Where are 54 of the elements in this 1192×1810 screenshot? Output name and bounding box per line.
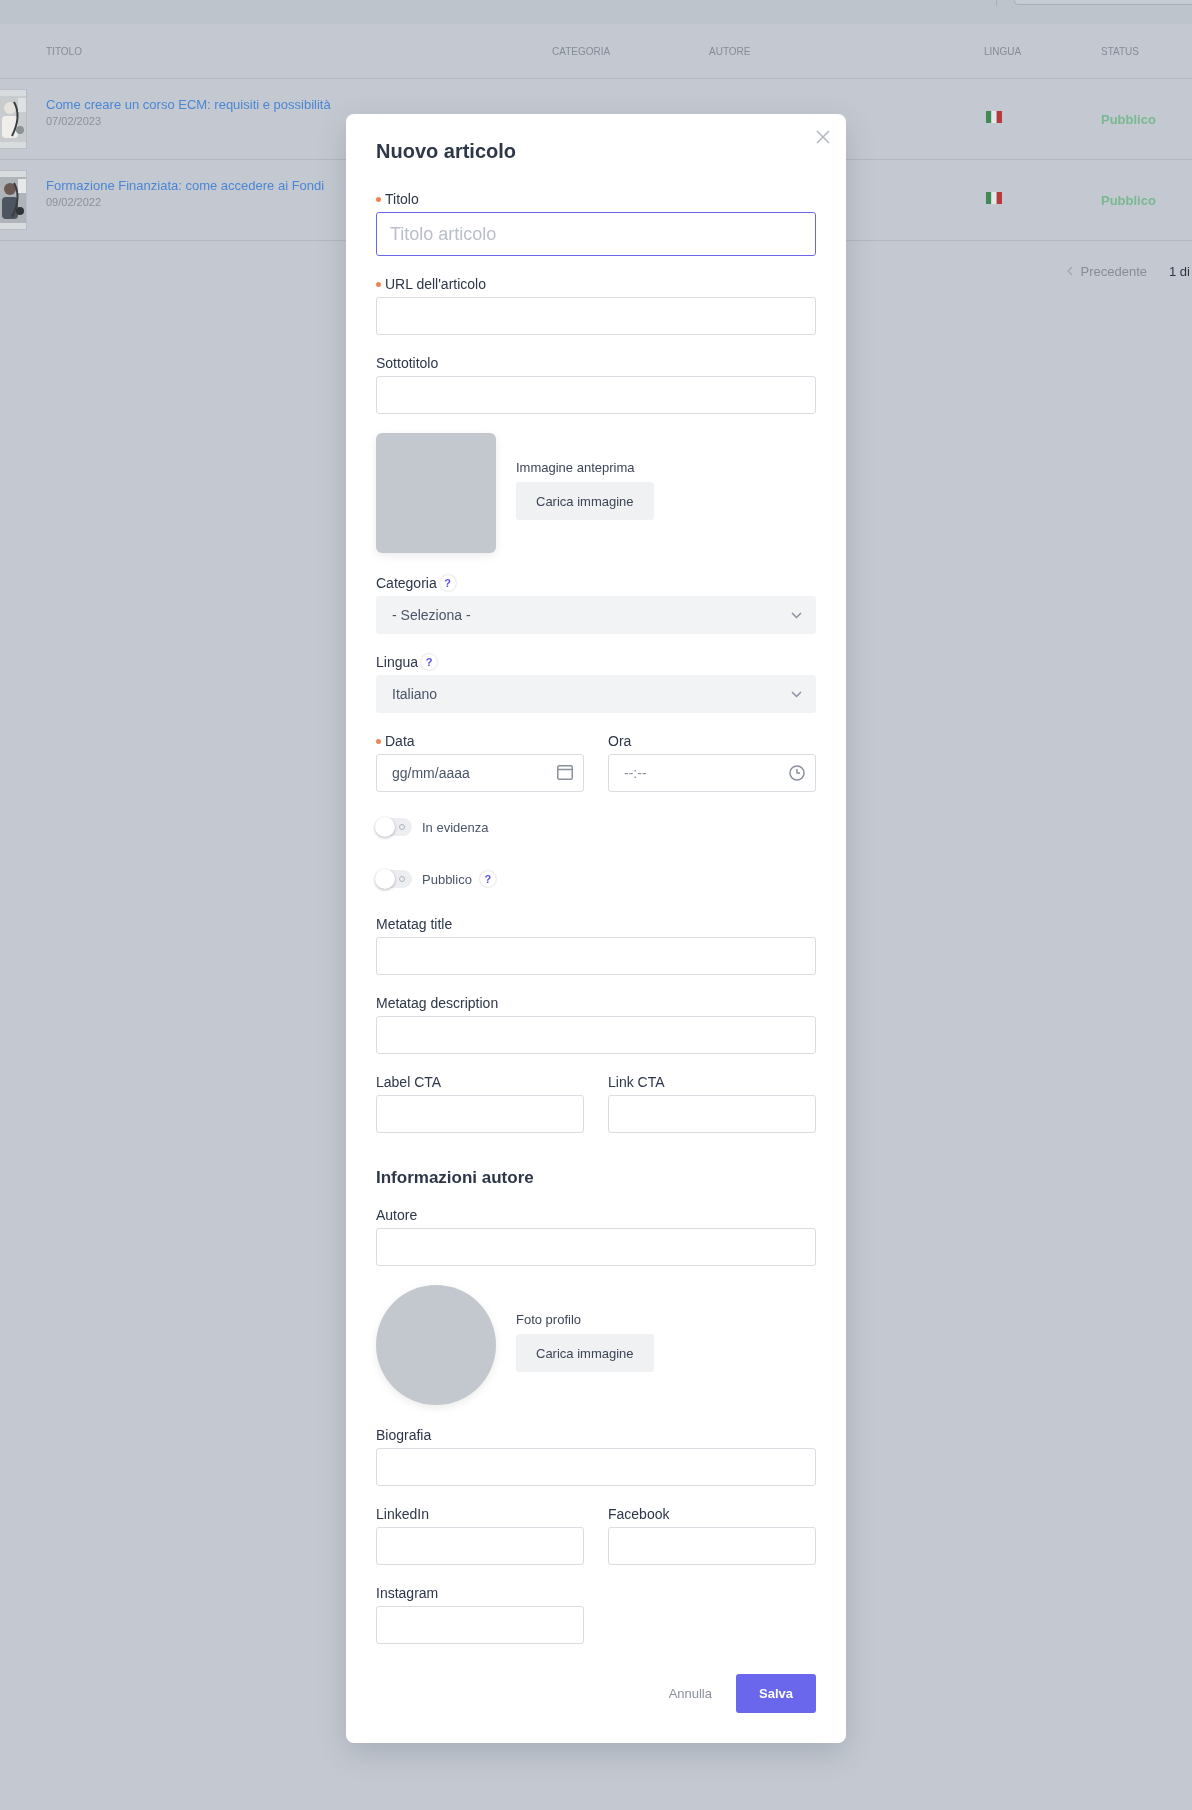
select-field[interactable]: - Seleziona - — [376, 596, 816, 634]
toggle-switch[interactable] — [376, 818, 412, 836]
select-field[interactable]: Italiano — [376, 675, 816, 713]
text-field[interactable]: Titolo articolo — [376, 212, 816, 256]
article-date: 09/02/2022 — [46, 196, 102, 208]
upload-button[interactable]: Carica immagine — [516, 1334, 654, 1372]
dialog-title: Nuovo articolo — [376, 139, 516, 163]
status-label: Pubblico — [1101, 111, 1156, 127]
chevron-down-icon — [791, 611, 802, 619]
status-label: Pubblico — [1101, 192, 1156, 208]
field-label: Ora — [608, 733, 632, 749]
field-label: Metatag description — [376, 995, 499, 1011]
field-label: Sottotitolo — [376, 355, 439, 371]
page-indicator: 1 di — [1169, 263, 1190, 279]
field-label: URL dell'articolo — [385, 276, 486, 292]
toggle-switch[interactable] — [376, 870, 412, 888]
field-label: Titolo — [385, 191, 419, 207]
clock-icon — [789, 765, 805, 781]
field-label: Metatag title — [376, 916, 453, 932]
flag-icon — [986, 192, 1002, 204]
help-badge[interactable]: ? — [421, 654, 438, 670]
field-label: Lingua — [376, 654, 419, 670]
field-label: Categoria — [376, 575, 437, 591]
date-field[interactable]: gg/mm/aaaa — [376, 754, 584, 792]
toggle-label: In evidenza — [422, 819, 489, 835]
column-header: LINGUA — [984, 45, 1022, 57]
help-badge[interactable]: ? — [479, 871, 496, 887]
time-field[interactable]: --:-- — [608, 754, 816, 792]
column-header: CATEGORIA — [552, 45, 611, 57]
upload-label: Immagine anteprima — [516, 460, 635, 475]
article-date: 07/02/2023 — [46, 115, 102, 127]
field-label: Facebook — [608, 1506, 670, 1522]
save-button[interactable]: Salva — [736, 1674, 816, 1713]
calendar-icon — [557, 765, 573, 780]
chevron-left-icon — [1066, 266, 1073, 276]
field-label: Data — [385, 733, 415, 749]
field-label: Instagram — [376, 1585, 439, 1601]
field-label: LinkedIn — [376, 1506, 429, 1522]
field-label: Autore — [376, 1207, 418, 1223]
field-label: Label CTA — [376, 1074, 442, 1090]
column-header: AUTORE — [709, 45, 751, 57]
upload-label: Foto profilo — [516, 1312, 582, 1327]
column-header: STATUS — [1101, 45, 1139, 57]
column-header: TITOLO — [46, 45, 82, 57]
cancel-button[interactable]: Annulla — [668, 1686, 712, 1701]
help-badge[interactable]: ? — [439, 575, 456, 591]
flag-icon — [986, 111, 1002, 123]
upload-button[interactable]: Carica immagine — [516, 482, 654, 520]
chevron-down-icon — [791, 690, 802, 698]
section-heading: Informazioni autore — [376, 1167, 534, 1189]
toggle-label: Pubblico — [422, 871, 472, 887]
close-icon[interactable] — [816, 130, 830, 144]
field-label: Link CTA — [608, 1074, 665, 1090]
field-label: Biografia — [376, 1427, 432, 1443]
